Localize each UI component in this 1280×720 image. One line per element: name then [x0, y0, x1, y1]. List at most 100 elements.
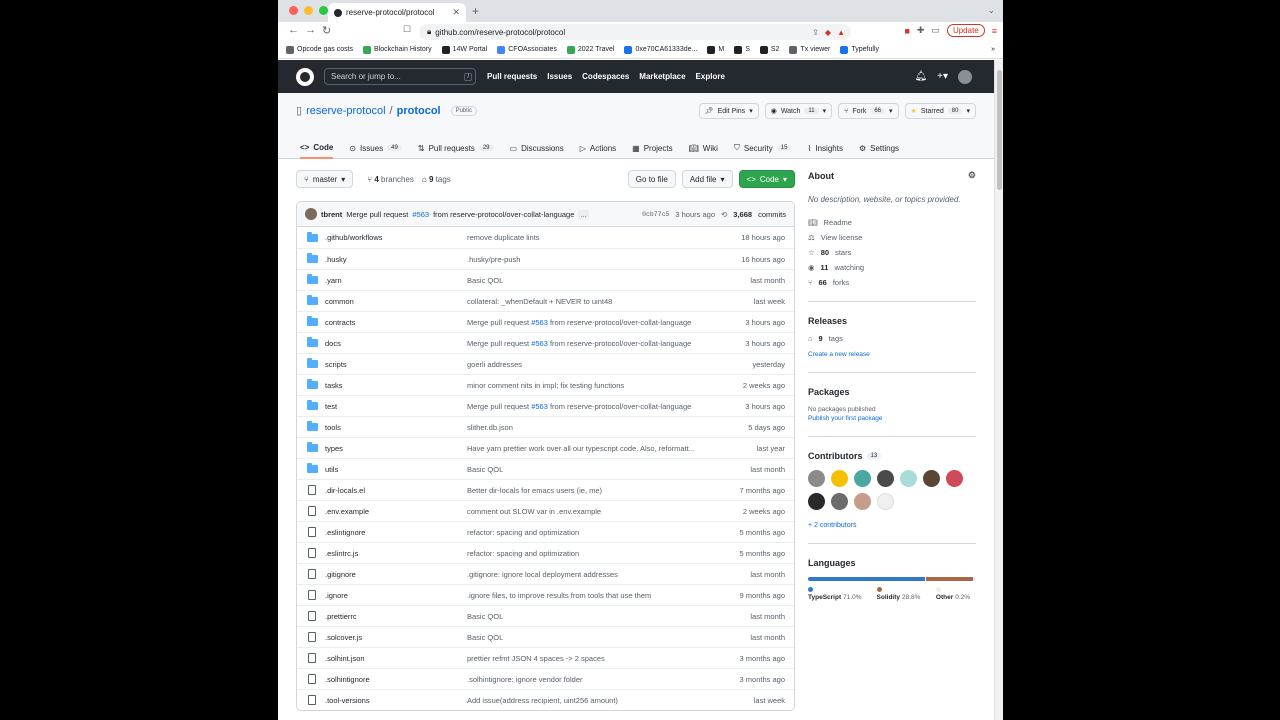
commit-message-text[interactable]: prettier refmt JSON 4 spaces -> 2 spaces: [467, 654, 605, 663]
nav-codespaces[interactable]: Codespaces: [582, 72, 629, 81]
repo-owner-link[interactable]: reserve-protocol: [306, 105, 385, 117]
github-search-input[interactable]: Search or jump to... /: [324, 68, 476, 85]
tab-search-icon[interactable]: ⌄: [987, 5, 995, 16]
file-row[interactable]: .solhint.json prettier refmt JSON 4 space…: [297, 647, 794, 668]
file-name-link[interactable]: contracts: [325, 318, 467, 327]
tab-wiki[interactable]: 📖︎ Wiki: [689, 137, 718, 159]
back-icon[interactable]: ←: [288, 24, 299, 36]
contributor-avatar[interactable]: [877, 493, 894, 510]
file-commit-message[interactable]: collateral: _whenDefault + NEVER to uint…: [467, 297, 723, 306]
author-avatar[interactable]: [305, 208, 317, 220]
file-row[interactable]: test Merge pull request #563 from reserve…: [297, 395, 794, 416]
file-row[interactable]: types Have yarn prettier work over all ou…: [297, 437, 794, 458]
watching-link[interactable]: ◉ 11 watching: [808, 263, 976, 272]
commit-pr-link[interactable]: #563: [531, 339, 548, 348]
file-name-link[interactable]: .env.example: [325, 507, 467, 516]
file-commit-message[interactable]: Basic QOL: [467, 612, 723, 621]
bookmark-item[interactable]: S2: [759, 45, 779, 54]
file-commit-message[interactable]: minor comment nits in impl; fix testing …: [467, 381, 723, 390]
file-commit-message[interactable]: comment out SLOW var in .env.example: [467, 507, 723, 516]
bookmark-item[interactable]: 2022 Travel: [566, 45, 614, 54]
file-row[interactable]: common collateral: _whenDefault + NEVER t…: [297, 290, 794, 311]
share-icon[interactable]: ⇪: [812, 28, 819, 37]
tab-projects[interactable]: ▦ Projects: [632, 137, 672, 159]
commit-message-text[interactable]: from reserve-protocol/over-collat-langua…: [548, 402, 691, 411]
file-commit-message[interactable]: .husky/pre-push: [467, 255, 723, 264]
warning-icon[interactable]: ▲: [837, 28, 845, 37]
forks-link[interactable]: ⑂ 66 forks: [808, 278, 976, 287]
contributor-avatar[interactable]: [831, 470, 848, 487]
commit-count[interactable]: 3,668: [733, 210, 752, 219]
commit-pr-link[interactable]: #563: [412, 210, 429, 219]
tab-settings[interactable]: ⚙︎ Settings: [859, 137, 899, 159]
commit-message-text[interactable]: Have yarn prettier work over all our typ…: [467, 444, 695, 453]
file-name-link[interactable]: .gitignore: [325, 570, 467, 579]
file-name-link[interactable]: .dir-locals.el: [325, 486, 467, 495]
commit-message-text[interactable]: goerli addresses: [467, 360, 522, 369]
contributor-avatar[interactable]: [900, 470, 917, 487]
close-tab-icon[interactable]: ✕: [452, 7, 460, 18]
commit-message-text[interactable]: comment out SLOW var in .env.example: [467, 507, 601, 516]
file-commit-message[interactable]: Have yarn prettier work over all our typ…: [467, 444, 723, 453]
file-commit-message[interactable]: .solhintignore: ignore vendor folder: [467, 675, 723, 684]
commit-message-text[interactable]: from reserve-protocol/over-collat-langua…: [548, 339, 691, 348]
gear-icon[interactable]: ⚙︎: [968, 170, 976, 181]
file-row[interactable]: tools slither.db.json 5 days ago: [297, 416, 794, 437]
file-row[interactable]: docs Merge pull request #563 from reserve…: [297, 332, 794, 353]
file-row[interactable]: .gitignore .gitignore: ignore local deplo…: [297, 563, 794, 584]
commit-message-text[interactable]: .husky/pre-push: [467, 255, 520, 264]
create-new-icon[interactable]: +▾: [937, 71, 948, 82]
language-item[interactable]: TypeScript 71.0%: [808, 587, 867, 601]
file-commit-message[interactable]: prettier refmt JSON 4 spaces -> 2 spaces: [467, 654, 723, 663]
update-button[interactable]: Update: [946, 24, 985, 37]
edit-pins-button[interactable]: 📌︎ Edit Pins ▾: [698, 103, 759, 119]
commit-message-text[interactable]: .ignore files, to improve results from t…: [467, 591, 651, 600]
more-contributors-link[interactable]: + 2 contributors: [808, 522, 976, 529]
commit-message-text[interactable]: refactor: spacing and optimization: [467, 528, 579, 537]
create-release-link[interactable]: Create a new release: [808, 351, 976, 358]
nav-issues[interactable]: Issues: [547, 72, 572, 81]
tab-actions[interactable]: ▷ Actions: [580, 137, 616, 159]
bookmark-item[interactable]: CFOAssociates: [497, 45, 557, 54]
commit-message-text[interactable]: collateral: _whenDefault + NEVER to uint…: [467, 297, 612, 306]
file-row[interactable]: .dir-locals.el Better dir-locals for emac…: [297, 479, 794, 500]
file-row[interactable]: .solcover.js Basic QOL last month: [297, 626, 794, 647]
contributor-avatar[interactable]: [946, 470, 963, 487]
bookmarks-overflow-icon[interactable]: »: [991, 46, 995, 53]
github-logo-icon[interactable]: [296, 67, 314, 86]
file-name-link[interactable]: .github/workflows: [325, 233, 467, 242]
tags-link[interactable]: ⌂ 9 tags: [422, 175, 451, 184]
file-commit-message[interactable]: goerli addresses: [467, 360, 723, 369]
nav-explore[interactable]: Explore: [696, 72, 725, 81]
new-tab-icon[interactable]: +: [472, 4, 479, 18]
file-commit-message[interactable]: Merge pull request #563 from reserve-pro…: [467, 402, 723, 411]
file-commit-message[interactable]: remove duplicate lints: [467, 233, 723, 242]
commit-message-text[interactable]: Merge pull request: [467, 402, 531, 411]
bookmark-item[interactable]: Blockchain History: [363, 45, 432, 54]
notifications-bell-icon[interactable]: 🔔︎: [914, 71, 927, 82]
file-row[interactable]: .solhintignore .solhintignore: ignore ven…: [297, 668, 794, 689]
contributor-avatar[interactable]: [923, 470, 940, 487]
reload-icon[interactable]: ↻: [322, 24, 331, 37]
file-row[interactable]: contracts Merge pull request #563 from re…: [297, 311, 794, 332]
release-tags-link[interactable]: ⌂ 9 tags: [808, 334, 976, 343]
file-commit-message[interactable]: Basic QOL: [467, 276, 723, 285]
file-row[interactable]: .ignore .ignore files, to improve results…: [297, 584, 794, 605]
file-row[interactable]: .eslintrc.js refactor: spacing and optimi…: [297, 542, 794, 563]
readme-link[interactable]: 📖︎ Readme: [808, 218, 976, 227]
file-name-link[interactable]: .eslintrc.js: [325, 549, 467, 558]
minimize-window-button[interactable]: [304, 6, 313, 15]
file-name-link[interactable]: .eslintignore: [325, 528, 467, 537]
repo-name-link[interactable]: protocol: [397, 105, 441, 117]
star-button[interactable]: ★ Starred 80 ▾: [904, 103, 976, 119]
commit-message-prefix[interactable]: Merge pull request: [346, 210, 408, 219]
contributor-avatar[interactable]: [808, 493, 825, 510]
file-name-link[interactable]: .ignore: [325, 591, 467, 600]
commit-pr-link[interactable]: #563: [531, 402, 548, 411]
releases-heading[interactable]: Releases: [808, 316, 976, 326]
tab-insights[interactable]: ⌇ Insights: [807, 137, 842, 159]
address-bar[interactable]: 🔒︎ github.com/reserve-protocol/protocol …: [419, 24, 851, 40]
bookmark-icon[interactable]: ☐: [403, 24, 411, 35]
file-commit-message[interactable]: Merge pull request #563 from reserve-pro…: [467, 339, 723, 348]
maximize-window-button[interactable]: [319, 6, 328, 15]
